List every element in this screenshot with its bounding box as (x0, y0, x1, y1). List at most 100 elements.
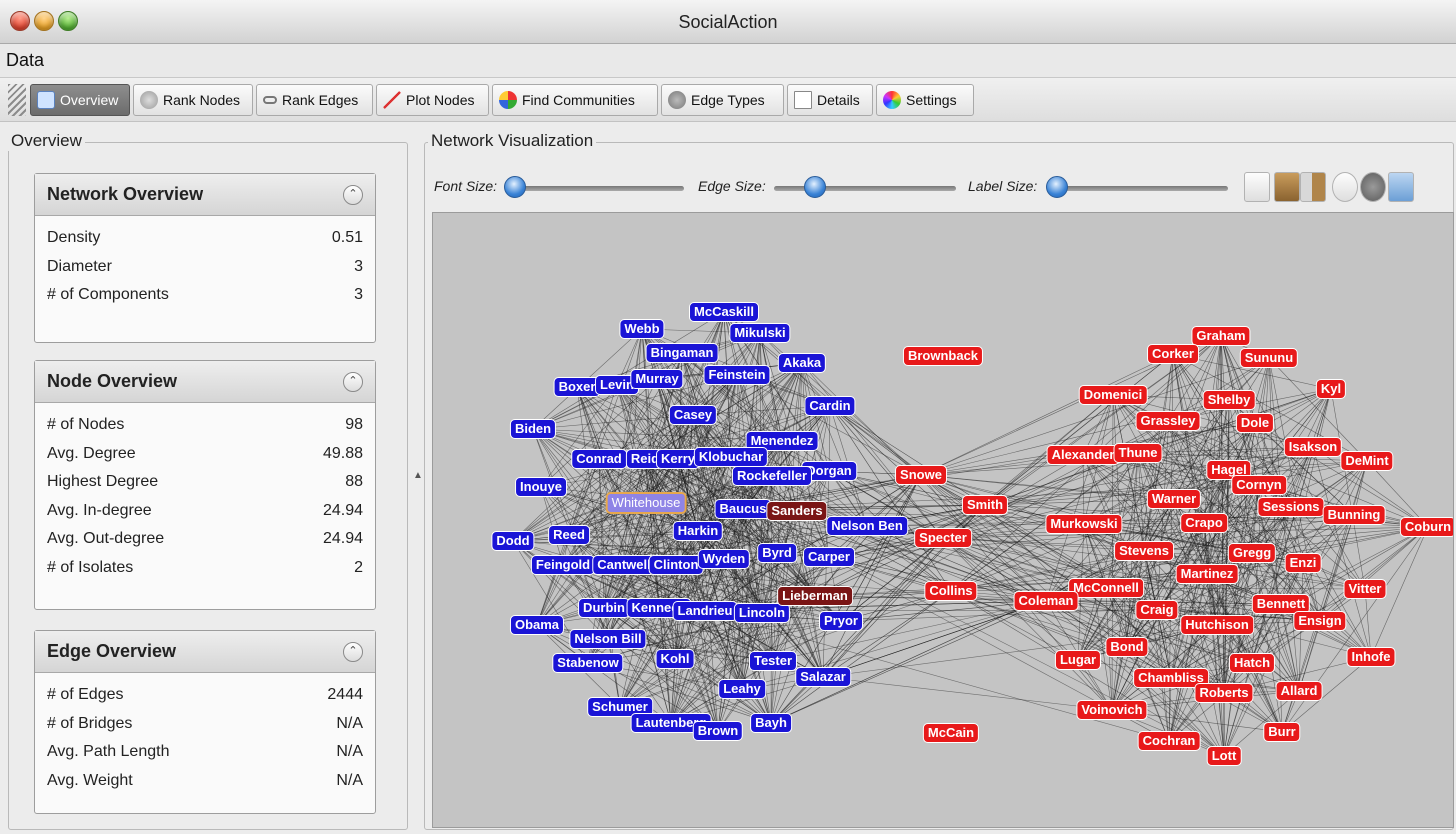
node-byrd[interactable]: Byrd (757, 543, 797, 563)
node-domenici[interactable]: Domenici (1078, 385, 1148, 405)
node-hatch[interactable]: Hatch (1228, 653, 1276, 673)
network-overview-header[interactable]: Network Overview ⌃ (35, 174, 375, 216)
tab-settings[interactable]: Settings (876, 84, 974, 116)
node-carper[interactable]: Carper (803, 547, 855, 567)
node-ensign[interactable]: Ensign (1293, 611, 1347, 631)
node-salazar[interactable]: Salazar (795, 667, 851, 687)
node-wyden[interactable]: Wyden (697, 549, 751, 569)
node-landrieu[interactable]: Landrieu (672, 601, 738, 621)
node-mikulski[interactable]: Mikulski (729, 323, 791, 343)
node-baucus[interactable]: Baucus (714, 499, 772, 519)
node-bond[interactable]: Bond (1105, 637, 1149, 657)
node-alexander[interactable]: Alexander (1046, 445, 1120, 465)
node-leahy[interactable]: Leahy (718, 679, 766, 699)
layout-split-icon[interactable] (1300, 172, 1326, 202)
node-lott[interactable]: Lott (1206, 746, 1242, 766)
node-burr[interactable]: Burr (1263, 722, 1301, 742)
tab-rank-nodes[interactable]: Rank Nodes (133, 84, 253, 116)
node-klobuchar[interactable]: Klobuchar (693, 447, 769, 467)
node-coleman[interactable]: Coleman (1013, 591, 1079, 611)
node-sanders[interactable]: Sanders (766, 501, 828, 521)
node-lugar[interactable]: Lugar (1054, 650, 1102, 670)
node-conrad[interactable]: Conrad (571, 449, 627, 469)
node-overview-header[interactable]: Node Overview ⌃ (35, 361, 375, 403)
node-feingold[interactable]: Feingold (530, 555, 596, 575)
node-biden[interactable]: Biden (509, 419, 557, 439)
node-bunning[interactable]: Bunning (1322, 505, 1386, 525)
node-smith[interactable]: Smith (961, 495, 1009, 515)
node-stevens[interactable]: Stevens (1114, 541, 1174, 561)
collapse-arrow-icon[interactable]: ▲ (413, 470, 423, 481)
node-whitehouse[interactable]: Whitehouse (605, 492, 687, 514)
node-graham[interactable]: Graham (1191, 326, 1251, 346)
collapse-icon[interactable]: ⌃ (343, 641, 363, 662)
tab-overview[interactable]: Overview (30, 84, 130, 116)
node-vitter[interactable]: Vitter (1343, 579, 1387, 599)
node-rockefeller[interactable]: Rockefeller (731, 466, 813, 486)
node-voinovich[interactable]: Voinovich (1076, 700, 1148, 720)
node-feinstein[interactable]: Feinstein (703, 365, 771, 385)
collapse-icon[interactable]: ⌃ (343, 371, 363, 392)
node-crapo[interactable]: Crapo (1180, 513, 1228, 533)
tab-edge-types[interactable]: Edge Types (661, 84, 784, 116)
tab-plot-nodes[interactable]: Plot Nodes (376, 84, 489, 116)
node-akaka[interactable]: Akaka (777, 353, 827, 373)
node-boxer[interactable]: Boxer (553, 377, 601, 397)
node-brown[interactable]: Brown (692, 721, 744, 741)
node-cornyn[interactable]: Cornyn (1231, 475, 1287, 495)
node-murkowski[interactable]: Murkowski (1045, 514, 1123, 534)
node-bingaman[interactable]: Bingaman (645, 343, 719, 363)
node-thune[interactable]: Thune (1113, 443, 1163, 463)
node-cantwell[interactable]: Cantwell (592, 555, 656, 575)
node-snowe[interactable]: Snowe (895, 465, 947, 485)
node-martinez[interactable]: Martinez (1175, 564, 1239, 584)
node-stabenow[interactable]: Stabenow (552, 653, 624, 673)
node-nelson-ben[interactable]: Nelson Ben (826, 516, 908, 536)
node-craig[interactable]: Craig (1135, 600, 1179, 620)
node-coburn[interactable]: Coburn (1399, 517, 1453, 537)
node-tester[interactable]: Tester (748, 651, 798, 671)
node-harkin[interactable]: Harkin (672, 521, 724, 541)
tab-rank-edges[interactable]: Rank Edges (256, 84, 373, 116)
node-brownback[interactable]: Brownback (902, 346, 984, 366)
node-allard[interactable]: Allard (1275, 681, 1323, 701)
node-casey[interactable]: Casey (668, 405, 718, 425)
pause-icon[interactable] (1360, 172, 1386, 202)
node-pryor[interactable]: Pryor (819, 611, 863, 631)
node-hutchison[interactable]: Hutchison (1180, 615, 1254, 635)
node-warner[interactable]: Warner (1146, 489, 1202, 509)
node-webb[interactable]: Webb (619, 319, 665, 339)
node-kohl[interactable]: Kohl (655, 649, 695, 669)
node-mccaskill[interactable]: McCaskill (689, 302, 759, 322)
play-icon[interactable] (1332, 172, 1358, 202)
node-lieberman[interactable]: Lieberman (777, 586, 853, 606)
node-murray[interactable]: Murray (630, 369, 684, 389)
edge-overview-header[interactable]: Edge Overview ⌃ (35, 631, 375, 673)
node-mcconnell[interactable]: McConnell (1068, 578, 1144, 598)
label-size-slider-knob[interactable] (1046, 176, 1068, 198)
node-enzi[interactable]: Enzi (1284, 553, 1322, 573)
node-nelson-bill[interactable]: Nelson Bill (569, 629, 647, 649)
toolbar-grip-handle[interactable] (8, 84, 26, 116)
node-cardin[interactable]: Cardin (804, 396, 856, 416)
layout-book-icon[interactable] (1274, 172, 1300, 202)
node-isakson[interactable]: Isakson (1283, 437, 1343, 457)
blank-page-icon[interactable] (1244, 172, 1270, 202)
network-canvas[interactable]: McCaskill Webb Mikulski Bingaman Akaka Boxer L… (432, 212, 1454, 828)
node-inouye[interactable]: Inouye (515, 477, 567, 497)
node-demint[interactable]: DeMint (1340, 451, 1394, 471)
menu-data[interactable]: Data (6, 50, 44, 71)
node-gregg[interactable]: Gregg (1227, 543, 1277, 563)
node-lincoln[interactable]: Lincoln (733, 603, 791, 623)
edge-size-slider[interactable] (774, 186, 956, 191)
node-roberts[interactable]: Roberts (1194, 683, 1254, 703)
edge-size-slider-knob[interactable] (803, 176, 826, 198)
node-cochran[interactable]: Cochran (1137, 731, 1201, 751)
node-kyl[interactable]: Kyl (1315, 379, 1347, 399)
node-durbin[interactable]: Durbin (578, 598, 630, 618)
window-layout-icon[interactable] (1388, 172, 1414, 202)
node-clinton[interactable]: Clinton (648, 555, 704, 575)
node-reed[interactable]: Reed (548, 525, 590, 545)
node-inhofe[interactable]: Inhofe (1346, 647, 1396, 667)
node-sununu[interactable]: Sununu (1239, 348, 1299, 368)
